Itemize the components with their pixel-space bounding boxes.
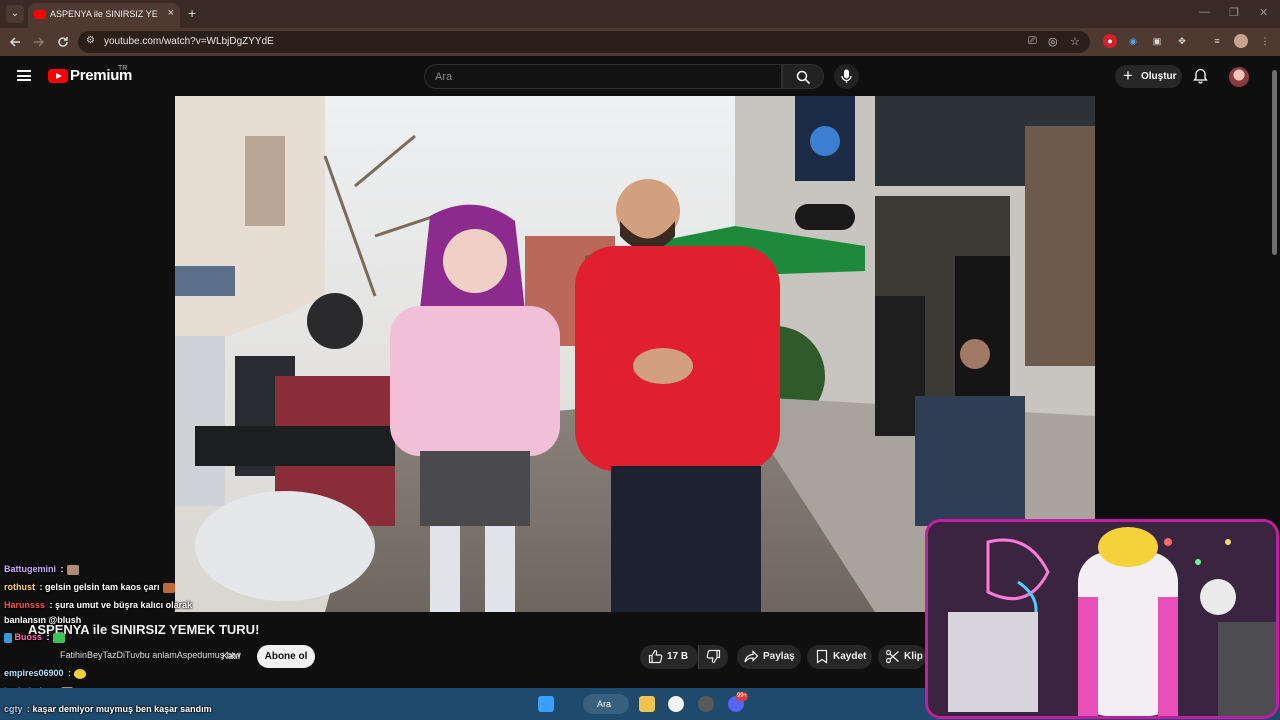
emote-icon — [162, 582, 175, 593]
minimize-icon[interactable]: — — [1199, 6, 1210, 18]
page-scrollbar[interactable] — [1272, 70, 1277, 255]
chat-message: cgty : kaşar demiyor muymuş ben kaşar sa… — [4, 704, 212, 714]
chat-username: cgty — [4, 704, 23, 714]
extension-red-icon[interactable]: ● — [1103, 34, 1117, 48]
chat-message: Buoss : — [4, 632, 65, 643]
chat-text: gelsin gelsin tam kaos çarı — [42, 582, 160, 592]
subscribe-button[interactable]: Abone ol — [257, 645, 315, 668]
reload-icon[interactable] — [57, 36, 69, 48]
close-window-icon[interactable]: ✕ — [1259, 6, 1268, 19]
eye-off-icon[interactable]: ◎ — [1048, 35, 1058, 48]
youtube-logo-icon[interactable] — [48, 69, 68, 83]
thumbs-down-icon — [706, 649, 721, 664]
youtube-header: Premium TR Ara + Oluştur — [0, 56, 1280, 96]
scissors-icon — [885, 649, 899, 664]
search-placeholder: Ara — [435, 71, 453, 83]
forward-arrow-icon[interactable] — [33, 36, 45, 48]
chat-message: Battugemini : — [4, 564, 79, 575]
restore-icon[interactable]: ❐ — [1229, 6, 1239, 19]
region-code: TR — [118, 65, 128, 72]
like-button[interactable]: 17 B — [640, 645, 698, 669]
tab-search-button[interactable]: ⌄ — [6, 5, 24, 23]
chat-text: banlansın @blush — [4, 615, 82, 625]
tab-title: ASPENYA ile SINIRSIZ YEMEK TU — [50, 9, 158, 19]
install-icon[interactable]: ⎚ — [1028, 35, 1037, 48]
bookmark-star-icon[interactable]: ☆ — [1070, 35, 1080, 48]
share-button[interactable]: Paylaş — [737, 645, 801, 669]
emote-icon — [66, 564, 79, 575]
extension-grid-icon[interactable]: ▣ — [1150, 34, 1164, 48]
voice-search-button[interactable] — [834, 64, 859, 89]
save-label: Kaydet — [833, 651, 867, 662]
plus-icon: + — [1123, 66, 1133, 85]
thumbs-up-icon — [648, 649, 663, 664]
chrome-icon[interactable] — [668, 696, 684, 712]
youtube-favicon-icon — [34, 10, 46, 19]
tab-close-icon[interactable]: × — [168, 7, 174, 19]
streamer-webcam-overlay — [925, 519, 1279, 719]
badge-icon — [4, 632, 12, 643]
chat-username: Battugemini — [4, 564, 57, 574]
chat-username: empires06900 — [4, 668, 64, 678]
share-icon — [744, 650, 759, 663]
chat-text: şura umut ve büşra kalıcı olarak — [52, 600, 193, 610]
browser-toolbar: ⚙ youtube.com/watch?v=WLbjDgZYYdE ⎚ ◎ ☆ … — [0, 28, 1280, 56]
address-bar[interactable]: ⚙ youtube.com/watch?v=WLbjDgZYYdE ⎚ ◎ ☆ — [78, 31, 1090, 53]
search-input[interactable]: Ara — [424, 64, 782, 89]
bell-icon[interactable] — [1193, 68, 1208, 84]
chat-separator: : — [44, 632, 50, 642]
search-icon — [796, 70, 811, 85]
menu-dots-icon[interactable]: ⋮ — [1258, 34, 1272, 48]
clip-button[interactable]: Klip — [878, 645, 926, 669]
chat-message: Harunsss : şura umut ve büşra kalıcı ola… — [4, 600, 192, 610]
chat-username: Harunsss — [4, 600, 46, 610]
file-explorer-icon[interactable] — [639, 696, 655, 712]
media-control-icon[interactable]: ≡ — [1210, 34, 1224, 48]
new-tab-button[interactable]: + — [188, 5, 196, 21]
create-label: Oluştur — [1141, 71, 1177, 82]
bookmark-icon — [816, 649, 828, 664]
notification-badge: 99+ — [736, 692, 748, 701]
emote-icon — [52, 632, 65, 643]
taskbar-search-label: Ara — [597, 699, 612, 709]
create-button[interactable]: + Oluştur — [1115, 65, 1182, 88]
webcam-feed — [928, 522, 1276, 716]
obs-icon[interactable] — [698, 696, 714, 712]
url-text: youtube.com/watch?v=WLbjDgZYYdE — [104, 36, 274, 47]
hamburger-menu-icon[interactable] — [17, 70, 31, 81]
back-arrow-icon[interactable] — [9, 36, 21, 48]
clip-label: Klip — [904, 651, 923, 662]
chat-message: rothust : gelsin gelsin tam kaos çarı — [4, 582, 175, 593]
channel-name-overlap[interactable]: FatihinBeyTazDiTuvbu anlamAspedumuş btw — [60, 650, 241, 660]
mic-icon — [841, 69, 852, 83]
chat-username: Buoss — [14, 632, 43, 642]
chat-username: rothust — [4, 582, 35, 592]
chat-separator: : — [58, 564, 64, 574]
profile-avatar-icon[interactable] — [1234, 34, 1248, 48]
dislike-button[interactable] — [698, 645, 728, 669]
chat-message: banlansın @blush — [4, 615, 81, 625]
account-avatar[interactable] — [1229, 67, 1249, 87]
join-button[interactable]: Katıl — [222, 651, 240, 661]
extension-audio-icon[interactable]: ◉ — [1126, 34, 1140, 48]
chat-text: kaşar demiyor muymuş ben kaşar sandım — [30, 704, 212, 714]
windows-start-icon[interactable] — [538, 696, 554, 712]
emote-icon — [74, 668, 87, 679]
extensions-puzzle-icon[interactable]: ✥ — [1175, 34, 1189, 48]
site-info-icon[interactable]: ⚙ — [86, 35, 95, 46]
like-count: 17 B — [667, 651, 689, 662]
chat-separator: : — [65, 668, 72, 678]
browser-tab-bar: ⌄ ASPENYA ile SINIRSIZ YEMEK TU × + — ❐ … — [0, 0, 1280, 28]
search-button[interactable] — [782, 64, 824, 89]
save-button[interactable]: Kaydet — [807, 645, 872, 669]
chat-message: empires06900 : — [4, 668, 87, 679]
browser-tab[interactable]: ASPENYA ile SINIRSIZ YEMEK TU × — [28, 3, 180, 28]
share-label: Paylaş — [763, 651, 795, 662]
